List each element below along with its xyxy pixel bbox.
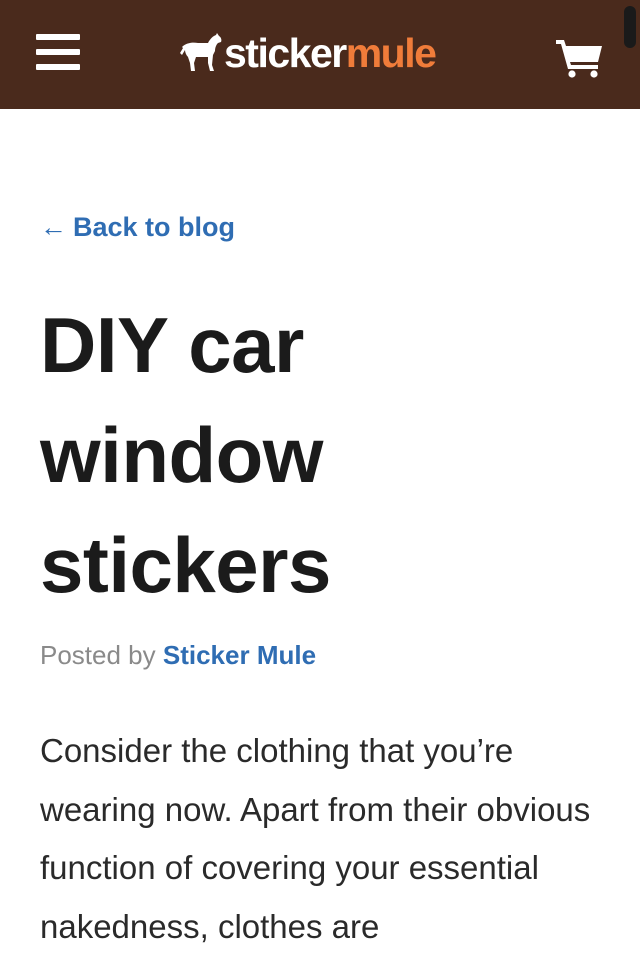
scrollbar-thumb[interactable] [624,6,636,48]
logo-wordmark: stickermule [224,30,437,76]
back-arrow-icon: ← [40,212,67,242]
article-title: DIY car window stickers [40,301,331,609]
mule-icon [180,33,222,71]
article-byline: Posted by Sticker Mule [40,640,316,671]
menu-bar [36,34,80,40]
hamburger-menu-icon[interactable] [36,34,80,72]
sticker-mule-logo[interactable]: stickermule [178,30,437,76]
back-to-blog-link[interactable]: ← Back to blog [40,212,235,243]
logo-word-mule: mule [345,30,437,76]
article-body-paragraph: Consider the clothing that you’re wearin… [40,732,591,945]
author-link[interactable]: Sticker Mule [163,640,316,670]
byline-prefix: Posted by [40,640,156,670]
site-header: stickermule [0,0,640,109]
shopping-cart-icon[interactable] [556,38,604,78]
back-link-label: Back to blog [73,212,236,242]
cart-glyph [556,40,602,78]
menu-bar [36,49,80,55]
logo-word-sticker: sticker [224,30,347,76]
menu-bar [36,64,80,70]
